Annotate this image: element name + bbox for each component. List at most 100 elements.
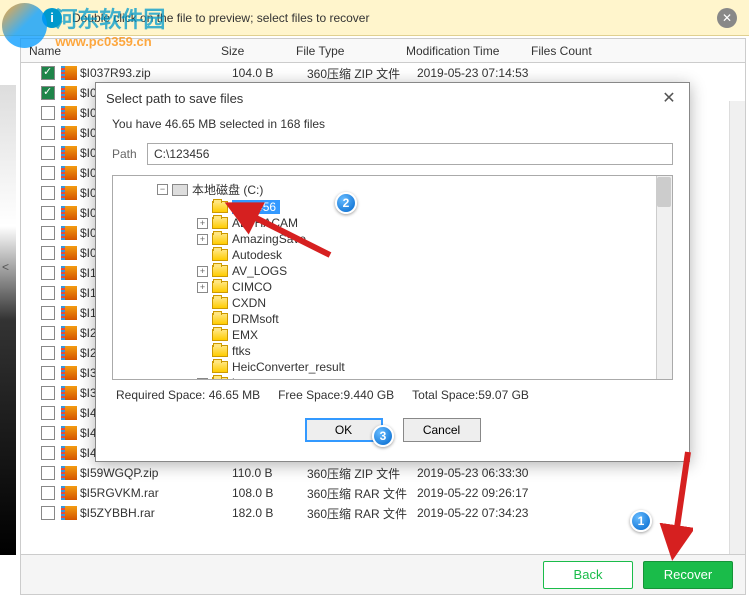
file-checkbox[interactable]	[41, 486, 55, 500]
file-checkbox[interactable]	[41, 306, 55, 320]
col-type-header[interactable]: File Type	[296, 44, 406, 58]
tree-item[interactable]: AV_LOGS	[117, 263, 668, 279]
tree-item[interactable]: CIMCO	[117, 279, 668, 295]
tree-item-label: ftks	[232, 344, 251, 358]
path-label: Path	[112, 147, 147, 161]
file-checkbox[interactable]	[41, 426, 55, 440]
archive-icon	[61, 326, 77, 340]
selected-info: You have 46.65 MB selected in 168 files	[112, 117, 673, 131]
tree-item[interactable]: AmazingSave	[117, 231, 668, 247]
collapse-icon[interactable]	[157, 184, 168, 195]
archive-icon	[61, 486, 77, 500]
recover-button[interactable]: Recover	[643, 561, 733, 589]
file-row[interactable]: $I5RGVKM.rar108.0 B360压缩 RAR 文件2019-05-2…	[21, 483, 745, 503]
info-bar: i Double click on the file to preview; s…	[0, 0, 749, 36]
expand-icon[interactable]	[197, 234, 208, 245]
file-checkbox[interactable]	[41, 506, 55, 520]
file-checkbox[interactable]	[41, 366, 55, 380]
tree-item-label: HeicConverter_result	[232, 360, 345, 374]
badge-3: 3	[372, 425, 394, 447]
file-checkbox[interactable]	[41, 386, 55, 400]
file-checkbox[interactable]	[41, 186, 55, 200]
dialog-title-bar: Select path to save files ✕	[96, 83, 689, 113]
expand-icon[interactable]	[197, 282, 208, 293]
file-checkbox[interactable]	[41, 326, 55, 340]
tree-item[interactable]: HeicConverter_result	[117, 359, 668, 375]
tree-item[interactable]: home	[117, 375, 668, 380]
file-checkbox[interactable]	[41, 246, 55, 260]
archive-icon	[61, 66, 77, 80]
archive-icon	[61, 406, 77, 420]
file-row[interactable]: $I59WGQP.zip110.0 B360压缩 ZIP 文件2019-05-2…	[21, 463, 745, 483]
col-mod-header[interactable]: Modification Time	[406, 44, 531, 58]
folder-icon	[212, 233, 228, 245]
tree-item[interactable]: ALPHACAM	[117, 215, 668, 231]
main-scrollbar[interactable]	[729, 101, 745, 554]
file-checkbox[interactable]	[41, 226, 55, 240]
archive-icon	[61, 306, 77, 320]
ok-button[interactable]: OK	[305, 418, 383, 442]
col-name-header[interactable]: Name	[21, 44, 221, 58]
tree-item[interactable]: CXDN	[117, 295, 668, 311]
file-mod: 2019-05-23 06:33:30	[417, 466, 542, 480]
file-checkbox[interactable]	[41, 66, 55, 80]
tree-item-label: EMX	[232, 328, 258, 342]
folder-icon	[212, 201, 228, 213]
file-row[interactable]: $I037R93.zip104.0 B360压缩 ZIP 文件2019-05-2…	[21, 63, 745, 83]
archive-icon	[61, 366, 77, 380]
file-checkbox[interactable]	[41, 126, 55, 140]
tree-scrollbar[interactable]	[656, 176, 672, 379]
archive-icon	[61, 106, 77, 120]
tree-item-label: 123456	[232, 200, 280, 214]
drive-icon	[172, 184, 188, 196]
col-count-header[interactable]: Files Count	[531, 44, 611, 58]
archive-icon	[61, 346, 77, 360]
file-checkbox[interactable]	[41, 146, 55, 160]
file-checkbox[interactable]	[41, 86, 55, 100]
file-checkbox[interactable]	[41, 346, 55, 360]
expand-icon[interactable]	[197, 266, 208, 277]
archive-icon	[61, 386, 77, 400]
file-checkbox[interactable]	[41, 466, 55, 480]
tree-item[interactable]: Autodesk	[117, 247, 668, 263]
back-button[interactable]: Back	[543, 561, 633, 589]
cancel-button[interactable]: Cancel	[403, 418, 481, 442]
left-nav-strip	[0, 85, 16, 555]
dialog-close-icon[interactable]: ✕	[659, 88, 679, 108]
col-size-header[interactable]: Size	[221, 44, 296, 58]
dialog-title: Select path to save files	[106, 91, 243, 106]
info-close-icon[interactable]: ✕	[717, 8, 737, 28]
archive-icon	[61, 86, 77, 100]
folder-tree: 本地磁盘 (C:) 123456ALPHACAMAmazingSaveAutod…	[112, 175, 673, 380]
file-checkbox[interactable]	[41, 166, 55, 180]
tree-root[interactable]: 本地磁盘 (C:)	[117, 180, 668, 199]
expand-icon[interactable]	[197, 378, 208, 381]
required-space: Required Space: 46.65 MB	[116, 388, 260, 402]
tree-item-label: home	[232, 376, 262, 380]
file-checkbox[interactable]	[41, 286, 55, 300]
folder-icon	[212, 361, 228, 373]
file-checkbox[interactable]	[41, 446, 55, 460]
tree-item[interactable]: EMX	[117, 327, 668, 343]
tree-root-label: 本地磁盘 (C:)	[192, 181, 263, 198]
tree-item[interactable]: DRMsoft	[117, 311, 668, 327]
archive-icon	[61, 426, 77, 440]
file-size: 182.0 B	[232, 506, 307, 520]
path-input[interactable]	[147, 143, 673, 165]
file-name: $I59WGQP.zip	[80, 466, 232, 480]
expand-icon[interactable]	[197, 218, 208, 229]
file-type: 360压缩 RAR 文件	[307, 485, 417, 502]
info-message: Double click on the file to preview; sel…	[72, 11, 369, 25]
tree-item-label: CIMCO	[232, 280, 272, 294]
file-name: $I037R93.zip	[80, 66, 232, 80]
tree-item[interactable]: ftks	[117, 343, 668, 359]
file-checkbox[interactable]	[41, 106, 55, 120]
file-checkbox[interactable]	[41, 206, 55, 220]
left-arrow-icon[interactable]: <	[2, 260, 9, 274]
file-checkbox[interactable]	[41, 266, 55, 280]
file-checkbox[interactable]	[41, 406, 55, 420]
tree-item-label: Autodesk	[232, 248, 282, 262]
tree-item[interactable]: 123456	[117, 199, 668, 215]
file-mod: 2019-05-22 09:26:17	[417, 486, 542, 500]
badge-2: 2	[335, 192, 357, 214]
